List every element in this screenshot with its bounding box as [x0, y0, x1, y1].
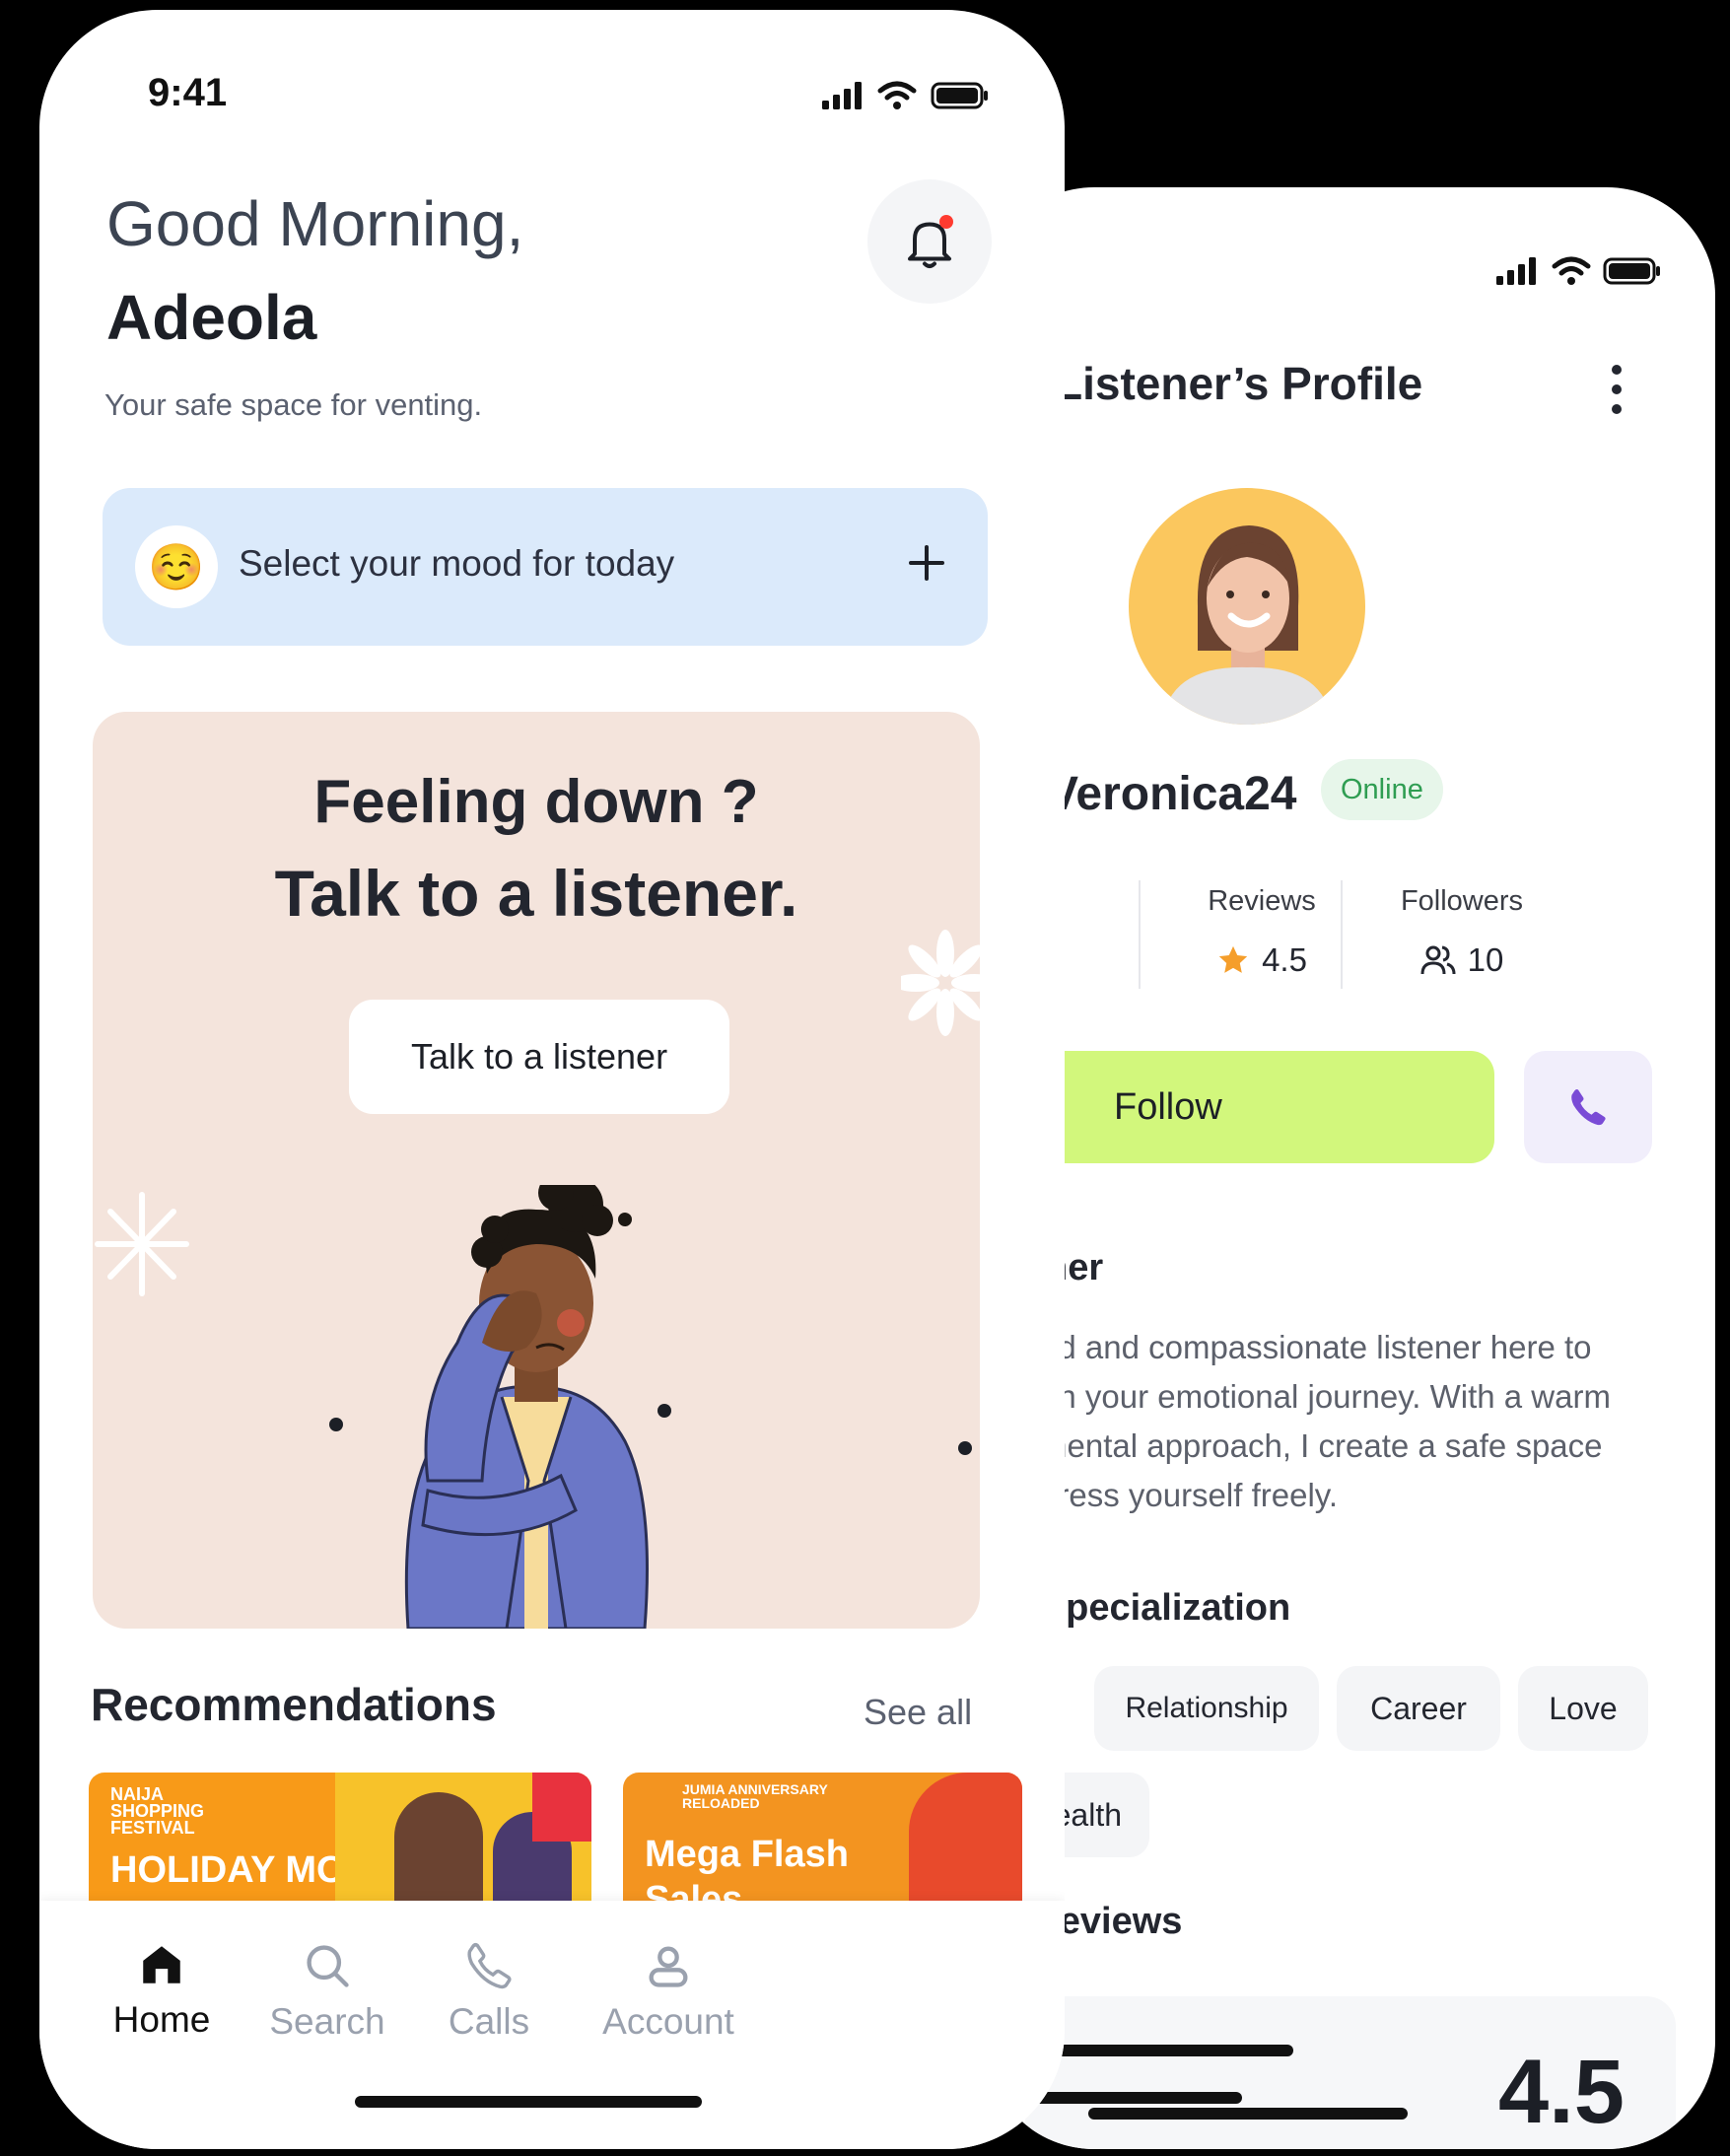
specialization-chip[interactable]: Relationship: [1094, 1666, 1319, 1751]
dot: [1612, 404, 1622, 414]
decor-dot: [329, 1418, 343, 1431]
avatar: [1129, 488, 1365, 725]
mood-prompt: Select your mood for today: [239, 543, 675, 584]
stat-value-row: 10: [1363, 941, 1560, 979]
status-icons: [1496, 256, 1662, 286]
nav-label: Home: [112, 1999, 211, 2040]
phone-icon: [1571, 1089, 1606, 1126]
stat-value: 4.5: [1262, 941, 1307, 978]
status-badge: Online: [1321, 759, 1443, 820]
about-line: on your emotional journey. With a warm: [1040, 1378, 1611, 1415]
stat-value-row: 4.5: [1163, 941, 1360, 979]
notification-dot: [939, 215, 953, 229]
greeting: Good Morning,: [106, 188, 524, 259]
search-icon: [307, 1945, 349, 1987]
nav-calls[interactable]: Calls: [390, 1940, 588, 2043]
wifi-icon: [1552, 256, 1591, 285]
notifications-button[interactable]: [867, 179, 992, 304]
rating-value: 4.5: [1498, 2042, 1625, 2142]
status-icons: [822, 81, 992, 110]
mood-emoji-icon: ☺️: [135, 525, 218, 608]
dot: [1612, 384, 1622, 394]
battery-icon: [1603, 257, 1660, 285]
plus-icon[interactable]: [899, 535, 954, 591]
sparkle-icon: [95, 1192, 189, 1296]
stat-label: Reviews: [1208, 885, 1316, 917]
home-indicator: [1088, 2108, 1408, 2120]
nav-label: Account: [602, 2001, 734, 2042]
promo-headline: Mega Flash Sales: [645, 1834, 849, 1911]
see-all-link[interactable]: See all: [864, 1692, 972, 1733]
sad-person-illustration: [404, 1185, 649, 1629]
home-indicator: [355, 2096, 702, 2108]
promo-banner[interactable]: NAIJA SHOPPING FESTIVAL HOLIDAY MODE: [89, 1773, 591, 1911]
tagline: Your safe space for venting.: [104, 387, 483, 422]
stat-value: 10: [1467, 941, 1504, 978]
stat-followers: Followers 10: [1363, 885, 1560, 979]
listener-name: Veronica24: [1047, 768, 1297, 820]
phone-icon: [467, 1943, 512, 1989]
rating-bar: [1025, 2045, 1293, 2056]
promo-graphic: [909, 1773, 1022, 1911]
specialization-chip[interactable]: Career: [1337, 1666, 1500, 1751]
bottom-nav: Home Search Calls Account: [39, 1901, 1065, 2149]
more-options-button[interactable]: [1597, 355, 1636, 424]
home-icon: [143, 1946, 180, 1983]
stat-label: Followers: [1400, 885, 1524, 917]
follow-button[interactable]: Follow: [1005, 1051, 1494, 1163]
page-title: Listener’s Profile: [1055, 358, 1423, 409]
nav-label: Search: [269, 2001, 385, 2042]
divider: [1341, 880, 1343, 989]
promo-tag: JUMIA ANNIVERSARY RELOADED: [682, 1781, 828, 1811]
recommendations-title: Recommendations: [91, 1679, 497, 1730]
battery-icon: [931, 82, 988, 109]
profile-screen: Listener’s Profile Veronica24 Online n r…: [986, 187, 1715, 2149]
call-button[interactable]: [1524, 1051, 1652, 1163]
signal-icon: [1496, 257, 1536, 285]
promo-banner[interactable]: JUMIA ANNIVERSARY RELOADED Mega Flash Sa…: [623, 1773, 1022, 1911]
flower-icon: [901, 930, 980, 1036]
status-time: 9:41: [148, 71, 228, 114]
about-text: ed and compassionate listener here to on…: [1040, 1323, 1671, 1520]
wifi-icon: [877, 81, 917, 109]
promo-photo: [335, 1773, 591, 1911]
decor-dot: [958, 1441, 972, 1455]
talk-to-listener-card: Feeling down ? Talk to a listener. Talk …: [93, 712, 980, 1629]
star-icon: [1218, 945, 1248, 973]
hero-subtitle: Talk to a listener.: [274, 857, 798, 930]
user-icon: [649, 1946, 688, 1987]
promo-tag: NAIJA SHOPPING FESTIVAL: [110, 1784, 205, 1838]
listener-portrait: [1162, 525, 1332, 725]
divider: [1139, 880, 1141, 989]
about-line: ed and compassionate listener here to: [1040, 1329, 1592, 1365]
mood-selector[interactable]: ☺️ Select your mood for today: [103, 488, 988, 646]
specialization-chip[interactable]: Love: [1518, 1666, 1648, 1751]
reviews-heading: reviews: [1045, 1901, 1183, 1942]
about-line: mental approach, I create a safe space: [1040, 1427, 1603, 1464]
users-icon: [1420, 945, 1456, 975]
signal-icon: [822, 82, 862, 109]
about-line: press yourself freely.: [1040, 1477, 1338, 1513]
nav-label: Calls: [448, 2001, 530, 2042]
nav-account[interactable]: Account: [570, 1940, 767, 2043]
user-name: Adeola: [106, 282, 317, 353]
specialization-heading: specialization: [1045, 1587, 1291, 1629]
talk-to-listener-button[interactable]: Talk to a listener: [349, 1000, 729, 1114]
home-screen: 9:41 Good Morning, Adeola Your safe spac…: [39, 10, 1065, 2149]
hero-title: Feeling down ?: [313, 768, 759, 836]
dot: [1612, 365, 1622, 375]
stat-reviews: Reviews 4.5: [1163, 885, 1360, 979]
